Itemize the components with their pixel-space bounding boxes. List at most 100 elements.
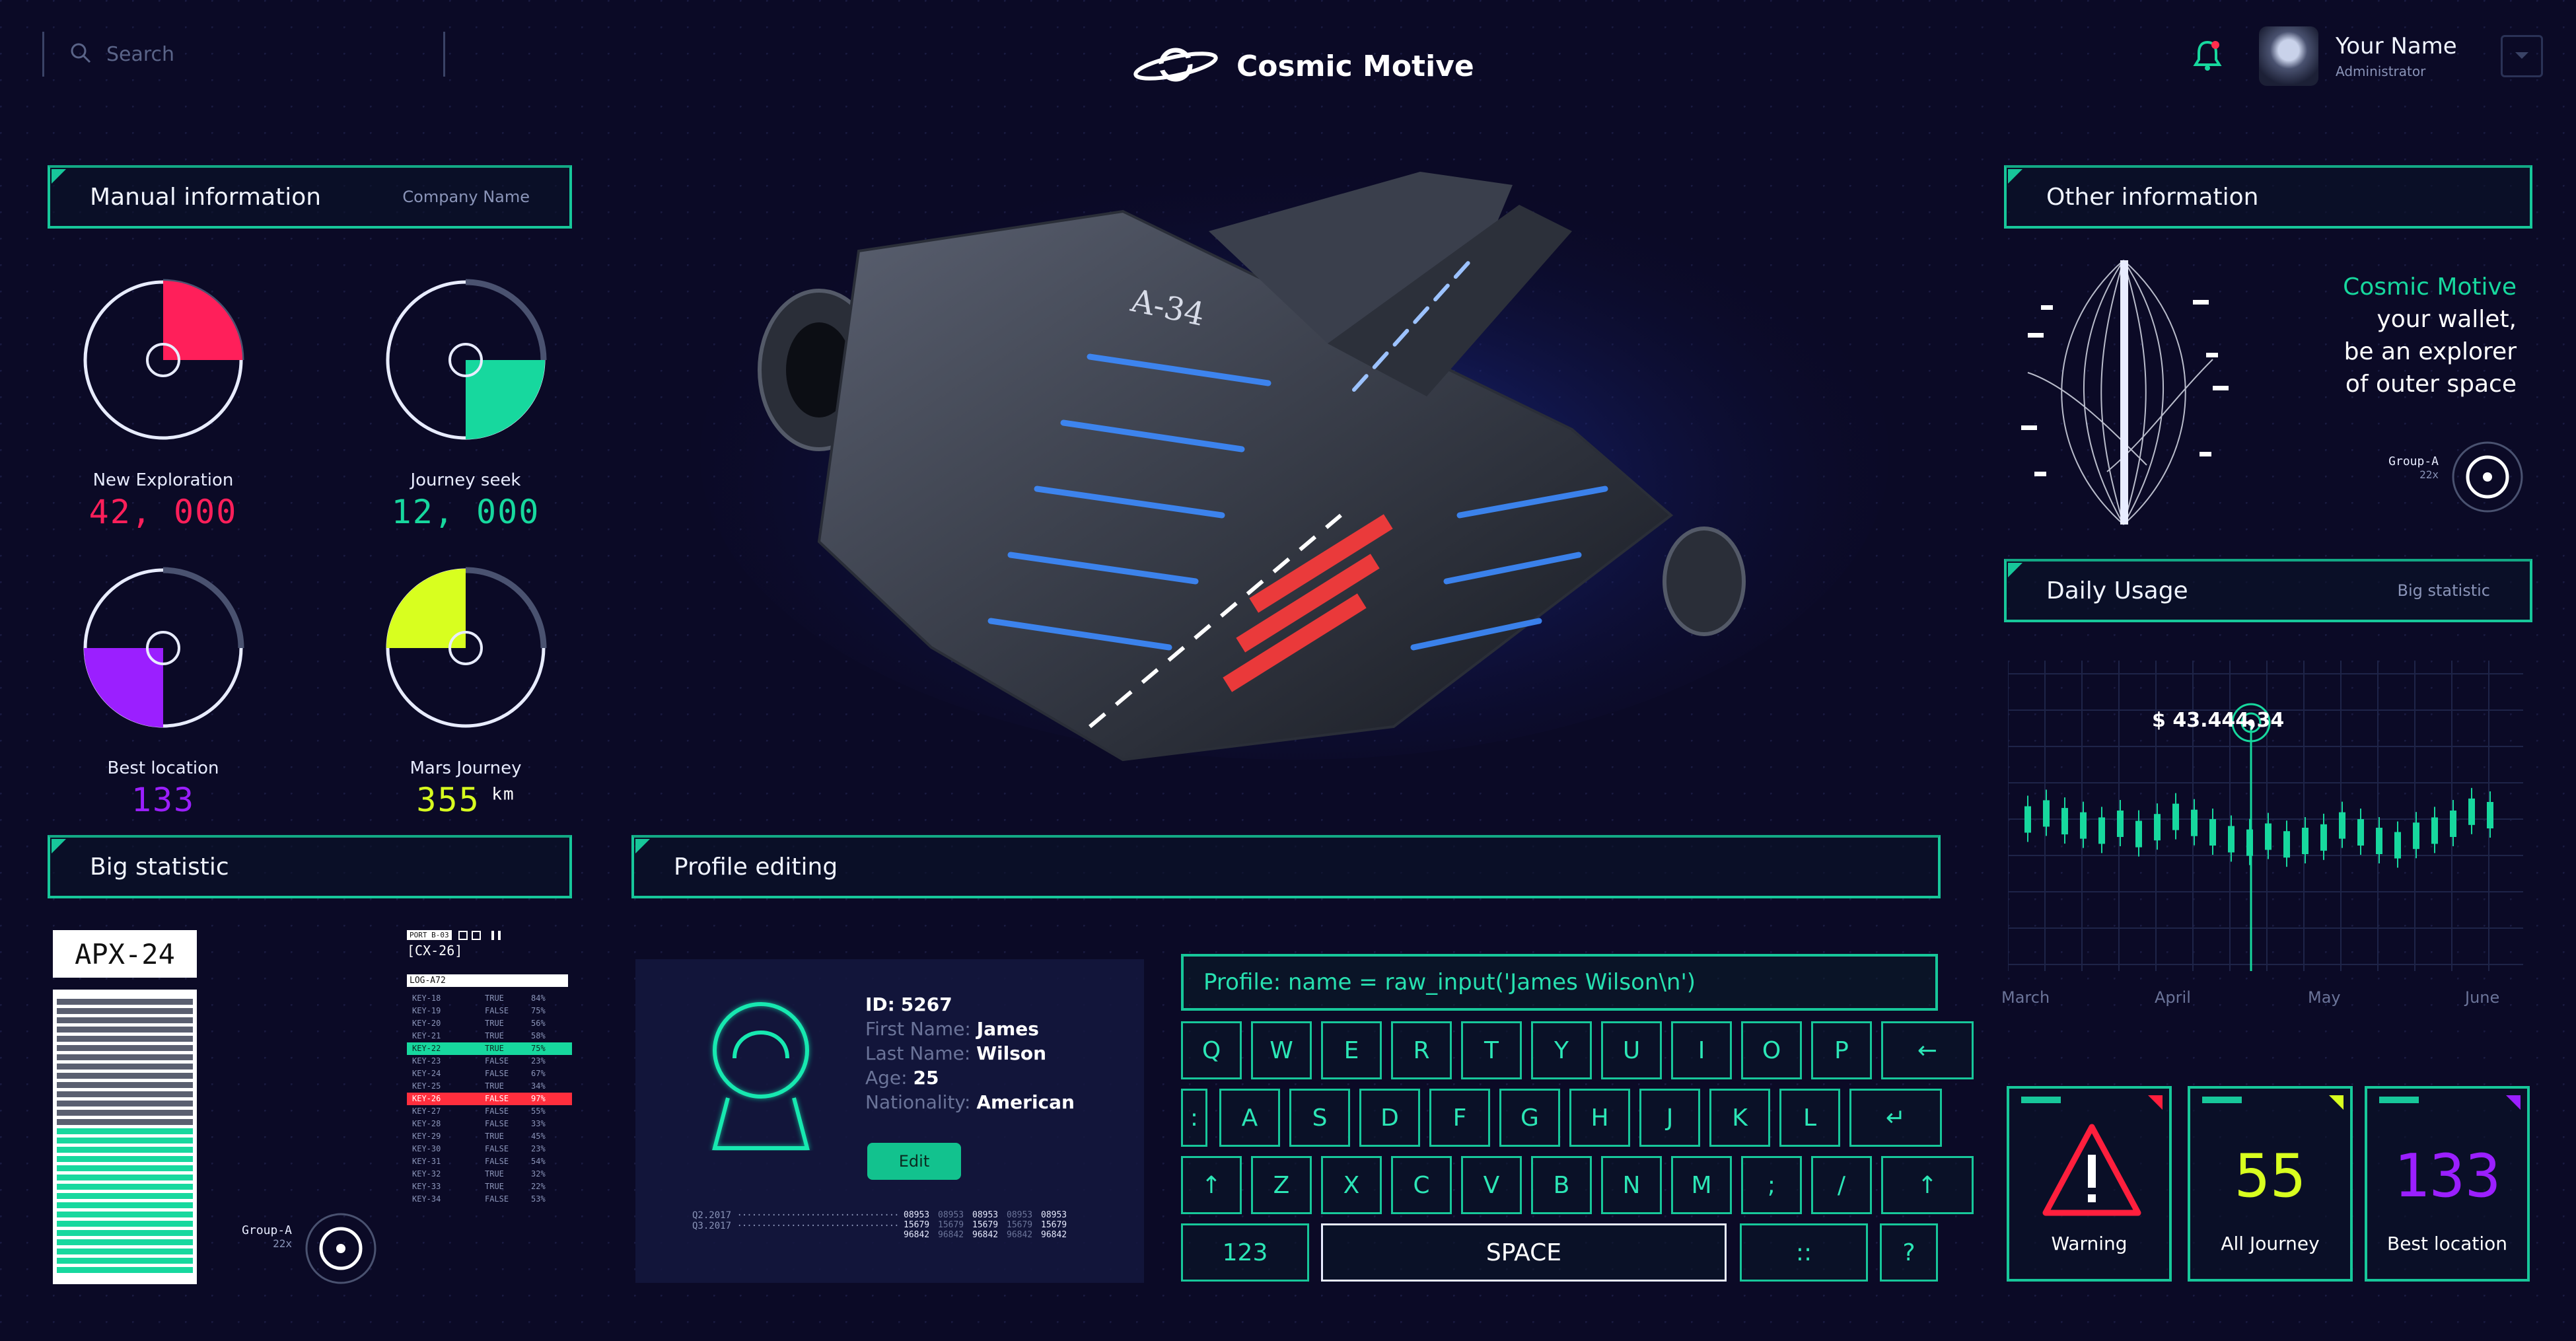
- key-t[interactable]: T: [1461, 1021, 1522, 1079]
- candle-body: [2191, 809, 2198, 836]
- key-v[interactable]: V: [1461, 1156, 1522, 1214]
- user-name: Your Name: [2336, 33, 2457, 59]
- key-space[interactable]: SPACE: [1321, 1223, 1727, 1282]
- candle-body: [2061, 808, 2068, 835]
- key-symbol[interactable]: /: [1811, 1156, 1872, 1214]
- manual-info-subtitle: Company Name: [402, 188, 530, 206]
- key-h[interactable]: H: [1569, 1089, 1630, 1147]
- key-g[interactable]: G: [1499, 1089, 1560, 1147]
- candle-body: [2487, 802, 2493, 828]
- candle-body: [2339, 812, 2345, 839]
- cx-label: [CX-26]: [407, 943, 463, 959]
- key-l[interactable]: L: [1779, 1089, 1840, 1147]
- gauge-stripe: [57, 1230, 193, 1236]
- key-n[interactable]: N: [1601, 1156, 1662, 1214]
- status-label: All Journey: [2221, 1233, 2320, 1254]
- key-w[interactable]: W: [1251, 1021, 1312, 1079]
- key-m[interactable]: M: [1671, 1156, 1732, 1214]
- gauge-stripe: [57, 1027, 193, 1033]
- key-c[interactable]: C: [1391, 1156, 1452, 1214]
- key-123[interactable]: 123: [1181, 1223, 1309, 1282]
- bell-icon[interactable]: [2193, 38, 2222, 74]
- log-row: KEY-29 TRUE 45%: [412, 1132, 546, 1141]
- candle-body: [2394, 832, 2401, 859]
- group-a-label-right: Group-A 22x: [2388, 454, 2439, 481]
- status-card[interactable]: Warning: [2007, 1086, 2172, 1282]
- gauge-stripe: [57, 1091, 193, 1097]
- key-y[interactable]: Y: [1531, 1021, 1592, 1079]
- radar-icon: [304, 1212, 378, 1286]
- gauge-stripe: [57, 1193, 193, 1199]
- key-question[interactable]: ?: [1880, 1223, 1938, 1282]
- quarter-number: 96842: [904, 1230, 930, 1240]
- gauge-stripe: [57, 1128, 193, 1134]
- edit-button[interactable]: Edit: [867, 1143, 961, 1180]
- gauge-stripe: [57, 1017, 193, 1023]
- x-axis-label: April: [2155, 988, 2191, 1007]
- user-menu[interactable]: Your Name Administrator: [2193, 26, 2543, 86]
- key-o[interactable]: O: [1741, 1021, 1802, 1079]
- log-row: KEY-26 FALSE 97%: [407, 1093, 572, 1105]
- key-z[interactable]: Z: [1251, 1156, 1312, 1214]
- manual-info-header: Manual information Company Name: [48, 165, 572, 229]
- key-symbol[interactable]: ↵: [1849, 1089, 1942, 1147]
- key-e[interactable]: E: [1321, 1021, 1382, 1079]
- key-i[interactable]: I: [1671, 1021, 1732, 1079]
- candle-body: [2080, 812, 2087, 839]
- key-symbol[interactable]: :: [1181, 1089, 1207, 1147]
- key-symbol[interactable]: ;: [1741, 1156, 1802, 1214]
- code-input[interactable]: [1181, 954, 1938, 1011]
- dial-gauge: [81, 565, 246, 731]
- dial-gauge: [383, 565, 548, 731]
- key-f[interactable]: F: [1429, 1089, 1490, 1147]
- big-statistic-header: Big statistic: [48, 835, 572, 898]
- key-colon[interactable]: ::: [1740, 1223, 1868, 1282]
- gauge-stripe: [57, 1073, 193, 1079]
- status-card[interactable]: 133 Best location: [2365, 1086, 2530, 1282]
- key-symbol[interactable]: ↑: [1181, 1156, 1242, 1214]
- gauge-stripe: [57, 1138, 193, 1143]
- dial-label: Mars Journey: [410, 758, 522, 778]
- search-bar[interactable]: [42, 32, 445, 77]
- key-s[interactable]: S: [1289, 1089, 1350, 1147]
- gauge-stripe: [57, 999, 193, 1005]
- gauge-stripe: [57, 1258, 193, 1264]
- status-number: 133: [2393, 1142, 2501, 1211]
- gauge-stripe: [57, 1156, 193, 1162]
- candle-body: [2117, 811, 2124, 837]
- avatar[interactable]: [2259, 26, 2318, 86]
- daily-usage-header: Daily Usage Big statistic: [2004, 559, 2532, 622]
- log-row: KEY-30 FALSE 23%: [412, 1144, 546, 1153]
- quarter-number: 96842: [938, 1230, 964, 1240]
- brand-logo[interactable]: Cosmic Motive: [1129, 38, 1474, 94]
- key-b[interactable]: B: [1531, 1156, 1592, 1214]
- key-q[interactable]: Q: [1181, 1021, 1242, 1079]
- key-p[interactable]: P: [1811, 1021, 1872, 1079]
- gauge-stripe: [57, 1119, 193, 1125]
- key-k[interactable]: K: [1709, 1089, 1770, 1147]
- key-a[interactable]: A: [1219, 1089, 1280, 1147]
- key-u[interactable]: U: [1601, 1021, 1662, 1079]
- chevron-down-icon: [2514, 50, 2530, 63]
- user-dropdown-button[interactable]: [2500, 35, 2543, 77]
- gauge-stripe: [57, 1147, 193, 1153]
- radar-icon: [2451, 440, 2524, 514]
- log-row: KEY-23 FALSE 23%: [412, 1056, 546, 1066]
- key-r[interactable]: R: [1391, 1021, 1452, 1079]
- log-row: KEY-32 TRUE 32%: [412, 1169, 546, 1178]
- profile-editing-title: Profile editing: [674, 853, 838, 881]
- profile-avatar-icon: [695, 992, 827, 1153]
- key-symbol[interactable]: ←: [1881, 1021, 1974, 1079]
- stripe-gauge: [53, 990, 197, 1284]
- status-card[interactable]: 55 All Journey: [2188, 1086, 2353, 1282]
- gauge-stripe: [57, 1239, 193, 1245]
- key-j[interactable]: J: [1639, 1089, 1700, 1147]
- status-label: Best location: [2387, 1233, 2507, 1254]
- search-input[interactable]: [106, 42, 437, 66]
- key-d[interactable]: D: [1359, 1089, 1420, 1147]
- user-role: Administrator: [2336, 63, 2426, 79]
- candle-body: [2154, 814, 2161, 841]
- key-symbol[interactable]: ↑: [1881, 1156, 1974, 1214]
- key-x[interactable]: X: [1321, 1156, 1382, 1214]
- code-label: APX-24: [53, 930, 197, 978]
